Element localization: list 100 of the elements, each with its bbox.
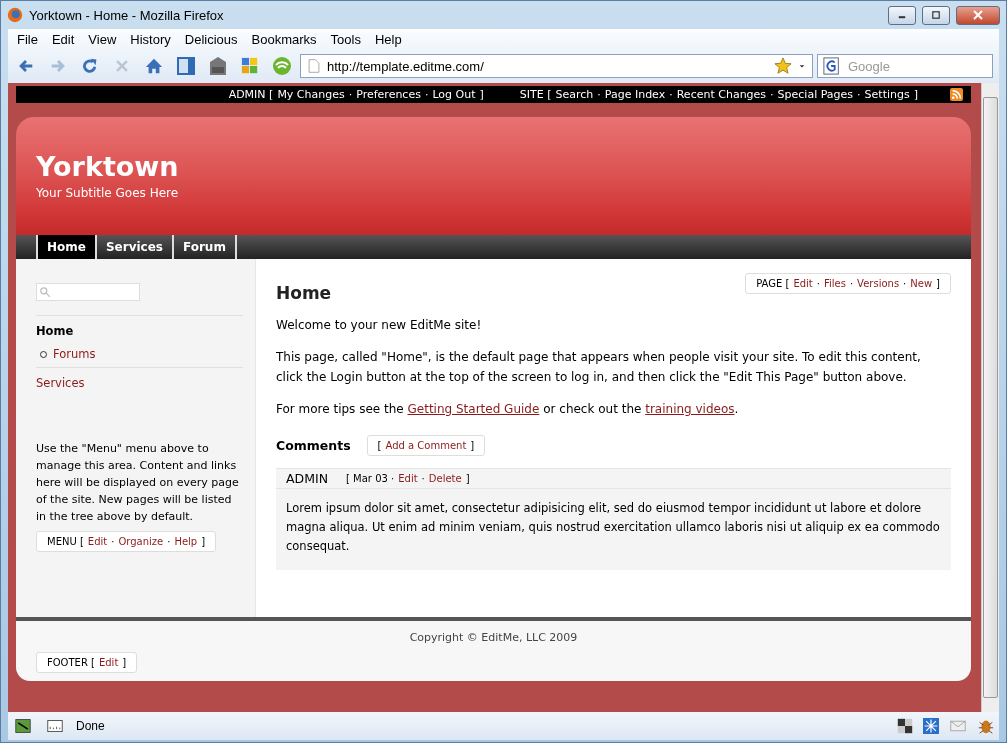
label-text: ]	[912, 88, 919, 101]
paragraph: This page, called "Home", is the default page that appears when people visit your site. To edit this content, click the Login button at the top of the screen to log in, and then click the "Edit This Page" button above.	[276, 349, 922, 386]
menu-item[interactable]: History	[123, 31, 178, 47]
label-text: ]	[200, 536, 207, 547]
admin-bar-link[interactable]: Special Pages	[777, 88, 854, 101]
menu-item[interactable]: View	[81, 31, 124, 47]
link[interactable]: Versions	[857, 278, 900, 289]
link[interactable]: Add a Comment	[385, 440, 467, 451]
label-text: ·	[110, 536, 116, 547]
link[interactable]: Edit	[793, 278, 813, 289]
admin-bar-link[interactable]: Page Index	[604, 88, 666, 101]
maximize-button[interactable]	[922, 5, 950, 25]
close-icon	[973, 10, 983, 20]
menu-item[interactable]: File	[10, 31, 45, 47]
tree-item[interactable]: Services	[36, 376, 85, 390]
label-text: [	[376, 440, 383, 451]
tree-item[interactable]: Home	[36, 324, 74, 338]
label-text: MENU [	[46, 536, 85, 547]
address-field[interactable]: http://template.editme.com/	[300, 54, 813, 78]
admin-bar-link[interactable]: Search	[555, 88, 594, 101]
link[interactable]: Edit	[98, 657, 119, 668]
grid-icon	[897, 718, 913, 734]
link[interactable]: Edit	[398, 473, 418, 484]
comment-text: Lorem ipsum dolor sit amet, consectetur adipisicing elit, sed do eiusmod tempor incididunt ut labore et dolore magna aliqua. Ut enim ad minim veniam, quis nostrud exercitation ullamco laboris nisi ut aliquip ex ea commodo consequat.	[285, 500, 941, 555]
link[interactable]: New	[910, 278, 933, 289]
rss-icon	[950, 88, 963, 101]
menu-item[interactable]: Delicious	[177, 31, 245, 47]
label-text: FOOTER [	[46, 657, 96, 668]
ruler-icon	[44, 718, 66, 734]
menu-item[interactable]: Edit	[44, 31, 82, 47]
mail-icon	[949, 718, 967, 734]
site-subtitle: Your Subtitle Goes Here	[36, 186, 180, 200]
menu-item[interactable]: Help	[367, 31, 409, 47]
squares-icon	[241, 57, 259, 75]
link[interactable]: Organize	[118, 536, 164, 547]
label-text: ·	[166, 536, 172, 547]
admin-bar-link[interactable]: My Changes	[277, 88, 345, 101]
reload-icon	[82, 58, 98, 74]
search-engine-icon	[822, 57, 842, 75]
status-text: Done	[76, 719, 106, 733]
dropdown-icon	[798, 62, 806, 70]
label-text: ]	[469, 440, 476, 451]
label-text: ·	[668, 88, 674, 101]
star-icon	[774, 57, 792, 75]
link[interactable]: Help	[174, 536, 198, 547]
menu-item[interactable]: Tools	[323, 31, 368, 47]
page-icon	[307, 58, 321, 74]
sidebar-note: Use the "Menu" menu above to manage this area. Content and links here will be displayed on every page of the site. New pages will be listed in the tree above by default.	[36, 441, 240, 525]
label-text: [ Mar 03 ·	[345, 473, 396, 484]
admin-bar-link[interactable]: Log Out	[432, 88, 476, 101]
copyright-text: Copyright © EditMe, LLC 2009	[409, 631, 578, 644]
link[interactable]: Edit	[87, 536, 108, 547]
link[interactable]: Delete	[428, 473, 462, 484]
text-link[interactable]: training videos	[645, 402, 735, 416]
label-text: ]	[478, 88, 485, 101]
menu-item[interactable]: Bookmarks	[244, 31, 324, 47]
scrollbar[interactable]	[981, 83, 999, 712]
search-field[interactable]	[36, 283, 140, 301]
window-title: Yorktown - Home - Mozilla Firefox	[29, 7, 225, 23]
text-link[interactable]: Getting Started Guide	[407, 402, 540, 416]
label-text: ]	[935, 278, 941, 289]
label-text: PAGE [	[755, 278, 791, 289]
site-title: Yorktown	[36, 151, 180, 182]
snowflake-icon	[923, 718, 939, 734]
label-text: ·	[815, 278, 821, 289]
tag-icon	[208, 55, 228, 77]
comment-author: ADMIN	[286, 471, 328, 486]
label-text: ·	[596, 88, 602, 101]
home-icon	[145, 57, 163, 75]
admin-bar-link[interactable]: Settings	[864, 88, 910, 101]
close-button[interactable]	[956, 5, 1000, 25]
label-text: ]	[464, 473, 471, 484]
forward-arrow-icon	[50, 59, 66, 73]
search-icon	[39, 286, 51, 298]
comments-heading: Comments	[276, 438, 351, 453]
label-text: ·	[347, 88, 354, 101]
signal-icon	[271, 56, 293, 76]
label-text: ·	[420, 473, 426, 484]
maximize-icon	[931, 11, 941, 19]
nav-tab[interactable]: Home	[36, 235, 95, 259]
admin-bar-link[interactable]: Preferences	[356, 88, 421, 101]
label-text: ·	[856, 88, 862, 101]
page-title: Home	[276, 283, 332, 303]
label-text: ·	[902, 278, 908, 289]
back-arrow-icon	[18, 59, 34, 73]
tree-item[interactable]: Forums	[53, 347, 96, 361]
admin-bar-link[interactable]: Recent Changes	[676, 88, 767, 101]
minimize-button[interactable]	[888, 5, 916, 25]
paragraph: Welcome to your new EditMe site!	[276, 317, 483, 334]
label-text: ·	[848, 278, 855, 289]
sidebar-icon	[176, 55, 196, 77]
label-text: ·	[423, 88, 430, 101]
label-text: ADMIN [	[227, 88, 275, 101]
label-text: SITE [	[518, 88, 553, 101]
paragraph: For more tips see the Getting Started Guide or check out the training videos.	[276, 401, 740, 418]
label-text: ]	[121, 657, 128, 668]
link[interactable]: Files	[823, 278, 846, 289]
status-icon	[12, 718, 34, 734]
label-text: ·	[769, 88, 775, 101]
stop-icon	[115, 59, 129, 73]
